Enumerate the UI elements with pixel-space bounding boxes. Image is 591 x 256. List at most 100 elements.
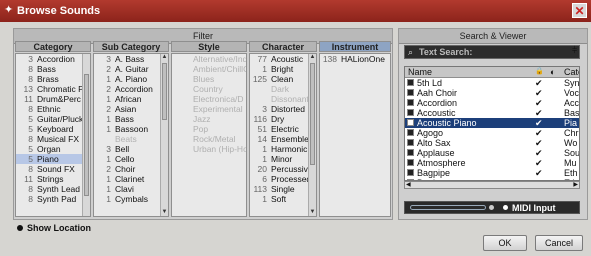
category-column-header[interactable]: Categ <box>564 67 579 77</box>
list-item[interactable]: 125 Clean <box>250 74 316 84</box>
list-item[interactable]: 1 Cello <box>94 154 168 164</box>
list-item[interactable]: Ambient/ChillC <box>172 64 246 74</box>
list-item[interactable]: Alternative/Ind <box>172 54 246 64</box>
table-row[interactable]: Atmosphere ✔ Mu <box>405 158 579 168</box>
instrument-list[interactable]: 138 HALionOne <box>319 53 391 217</box>
show-location-label[interactable]: Show Location <box>27 223 91 233</box>
list-item[interactable]: Rock/Metal <box>172 134 246 144</box>
play-icon[interactable] <box>489 205 494 210</box>
lock-icon[interactable]: 🔒 <box>535 67 544 77</box>
character-header[interactable]: Character <box>249 41 317 52</box>
list-item[interactable]: Pop <box>172 124 246 134</box>
list-item[interactable]: Country <box>172 84 246 94</box>
list-item[interactable]: Jazz <box>172 114 246 124</box>
list-item[interactable]: Beats <box>94 134 168 144</box>
list-item[interactable]: 13 Chromatic P <box>16 84 90 94</box>
rating-icon[interactable]: ◐ <box>550 67 555 77</box>
list-item[interactable]: 8 Brass <box>16 74 90 84</box>
list-item[interactable]: 1 Bass <box>94 114 168 124</box>
list-item[interactable]: Dissonant <box>250 94 316 104</box>
table-row[interactable]: Applause ✔ Sou <box>405 148 579 158</box>
list-item[interactable]: 14 Ensemble <box>250 134 316 144</box>
list-item[interactable]: 1 Bassoon <box>94 124 168 134</box>
subcategory-list[interactable]: 3 A. Bass 2 A. Guitar 1 A. Piano 2 Accordion 1 Af… <box>93 53 169 217</box>
list-item[interactable]: Blues <box>172 74 246 84</box>
name-column-header[interactable]: Name <box>408 67 432 77</box>
table-row[interactable]: Accoustic ✔ Bas <box>405 108 579 118</box>
cancel-button[interactable]: Cancel <box>535 235 583 251</box>
results-table[interactable]: Name 🔒 ◐ Categ 5th Ld✔SynAah Choir✔VocAc… <box>404 66 580 181</box>
search-bar[interactable]: ⌕ Text Search: <box>404 45 580 59</box>
ok-button[interactable]: OK <box>483 235 527 251</box>
scroll-up-icon[interactable]: ▲ <box>309 54 316 61</box>
list-item[interactable]: 2 Choir <box>94 164 168 174</box>
columns-config-icon[interactable]: ⫩ <box>572 45 577 56</box>
list-item[interactable]: Urban (Hip-Ho <box>172 144 246 154</box>
list-item[interactable]: 5 Organ <box>16 144 90 154</box>
table-row[interactable]: Alto Sax ✔ Wo <box>405 138 579 148</box>
table-row[interactable]: 5th Ld ✔ Syn <box>405 78 579 88</box>
list-item[interactable]: Electronica/D <box>172 94 246 104</box>
scroll-down-icon[interactable]: ▼ <box>309 209 316 216</box>
list-item[interactable]: 1 Soft <box>250 194 316 204</box>
style-header[interactable]: Style <box>171 41 247 52</box>
list-item[interactable]: Experimental <box>172 104 246 114</box>
list-item[interactable]: 3 Accordion <box>16 54 90 64</box>
list-item[interactable]: Dark <box>250 84 316 94</box>
list-item[interactable]: 5 Keyboard <box>16 124 90 134</box>
style-list[interactable]: Alternative/Ind Ambient/ChillC Blues Countr… <box>171 53 247 217</box>
list-item[interactable]: 1 Harmonic <box>250 144 316 154</box>
list-item[interactable]: 116 Dry <box>250 114 316 124</box>
list-item[interactable]: 11 Drum&Perc <box>16 94 90 104</box>
scroll-right-icon[interactable]: ▶ <box>573 181 578 188</box>
list-item[interactable]: 6 Processed <box>250 174 316 184</box>
scroll-down-icon[interactable]: ▼ <box>161 209 168 216</box>
list-item[interactable]: 1 Clarinet <box>94 174 168 184</box>
list-item[interactable]: 2 Asian <box>94 104 168 114</box>
list-item[interactable]: 1 Cymbals <box>94 194 168 204</box>
list-item[interactable]: 5 Piano <box>16 154 90 164</box>
list-item[interactable]: 11 Strings <box>16 174 90 184</box>
list-item[interactable]: 2 Accordion <box>94 84 168 94</box>
list-item[interactable]: 8 Bass <box>16 64 90 74</box>
scroll-up-icon[interactable]: ▲ <box>161 54 168 61</box>
character-list[interactable]: 77 Acoustic 1 Bright 125 Clean Dark Dissonant 3 D… <box>249 53 317 217</box>
preview-track[interactable] <box>410 205 486 210</box>
category-scrollbar[interactable] <box>82 54 90 216</box>
list-item[interactable]: 1 African <box>94 94 168 104</box>
character-scrollbar[interactable]: ▲ ▼ <box>308 54 316 216</box>
category-header[interactable]: Category <box>15 41 91 52</box>
list-item[interactable]: 2 A. Guitar <box>94 64 168 74</box>
table-row[interactable]: Bagpipe ✔ Eth <box>405 168 579 178</box>
subcategory-header[interactable]: Sub Category <box>93 41 169 52</box>
category-list[interactable]: 3 Accordion 8 Bass 8 Brass 13 Chromatic P 11 Drum… <box>15 53 91 217</box>
list-item[interactable]: 51 Electric <box>250 124 316 134</box>
table-row[interactable]: Acoustic Piano ✔ Pia <box>405 118 579 128</box>
subcategory-scrollbar[interactable]: ▲ ▼ <box>160 54 168 216</box>
list-item[interactable]: 1 Bright <box>250 64 316 74</box>
results-hscroll[interactable]: ◀ ▶ <box>404 181 580 189</box>
instrument-header[interactable]: Instrument <box>319 41 391 52</box>
list-item[interactable]: 8 Musical FX <box>16 134 90 144</box>
list-item[interactable]: 8 Sound FX <box>16 164 90 174</box>
list-item[interactable]: 3 Distorted <box>250 104 316 114</box>
list-item[interactable]: 113 Single <box>250 184 316 194</box>
list-item[interactable]: 138 HALionOne <box>320 54 390 64</box>
list-item[interactable]: 8 Synth Pad <box>16 194 90 204</box>
table-row[interactable]: Aah Choir ✔ Voc <box>405 88 579 98</box>
list-item[interactable]: 5 Guitar/Plucke <box>16 114 90 124</box>
list-item[interactable]: 1 Clavi <box>94 184 168 194</box>
table-row[interactable]: Accordion ✔ Acc <box>405 98 579 108</box>
show-location-icon[interactable] <box>17 225 23 231</box>
scroll-left-icon[interactable]: ◀ <box>406 181 411 188</box>
table-row[interactable]: Agogo ✔ Chr <box>405 128 579 138</box>
list-item[interactable]: 20 Percussive <box>250 164 316 174</box>
close-button[interactable]: ✕ <box>572 3 587 18</box>
list-item[interactable]: 3 Bell <box>94 144 168 154</box>
list-item[interactable]: 1 Minor <box>250 154 316 164</box>
list-item[interactable]: 8 Synth Lead <box>16 184 90 194</box>
list-item[interactable]: 3 A. Bass <box>94 54 168 64</box>
list-item[interactable]: 77 Acoustic <box>250 54 316 64</box>
list-item[interactable]: 1 A. Piano <box>94 74 168 84</box>
list-item[interactable]: 8 Ethnic <box>16 104 90 114</box>
